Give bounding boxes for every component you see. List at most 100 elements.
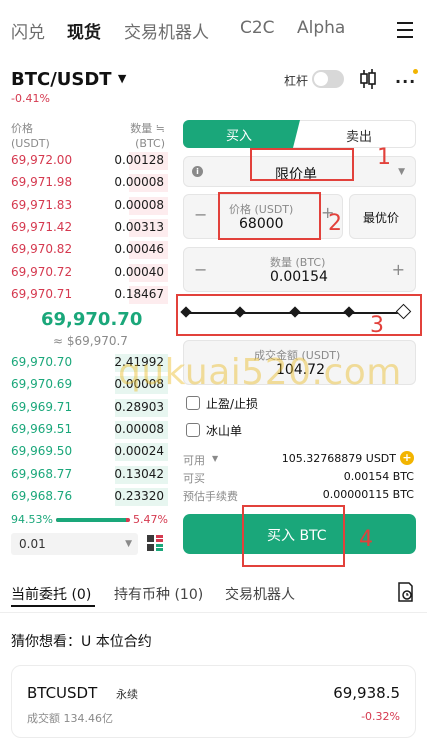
hamburger-menu-icon[interactable] bbox=[397, 22, 413, 38]
bid-price: 69,969.51 bbox=[11, 421, 73, 436]
total-input[interactable]: 成交金额 (USDT) 104.72 bbox=[183, 340, 416, 385]
ask-row[interactable]: 69,972.00 0.00128 bbox=[0, 150, 175, 172]
annotation-box-price bbox=[218, 192, 321, 240]
chevron-down-icon: ▼ bbox=[398, 167, 405, 177]
bid-price: 69,968.77 bbox=[11, 466, 73, 481]
bid-price: 69,969.71 bbox=[11, 399, 73, 414]
best-price-button[interactable]: 最优价 bbox=[349, 194, 416, 239]
bid-row[interactable]: 69,969.71 0.28903 bbox=[0, 397, 175, 419]
ask-qty: 0.18467 bbox=[114, 286, 164, 301]
transfer-add-icon[interactable]: + bbox=[400, 451, 414, 465]
last-price: 69,970.70 bbox=[41, 309, 143, 330]
ask-qty: 0.00128 bbox=[114, 153, 164, 167]
bid-row[interactable]: 69,968.76 0.23320 bbox=[0, 486, 175, 508]
tp-sl-checkbox[interactable] bbox=[186, 396, 200, 410]
ask-qty: 0.00008 bbox=[114, 197, 164, 212]
active-tab-indicator bbox=[11, 605, 95, 607]
contract-volume: 成交额 134.46亿 bbox=[27, 712, 113, 725]
ask-row[interactable]: 69,971.83 0.00008 bbox=[0, 195, 175, 217]
candlestick-chart-icon[interactable] bbox=[358, 68, 378, 90]
buy-sell-toggle: 买入 卖出 bbox=[183, 120, 416, 148]
increase-qty-icon[interactable]: + bbox=[392, 260, 405, 279]
bid-qty: 0.13042 bbox=[114, 466, 164, 481]
tab-open-orders[interactable]: 当前委托 (0) bbox=[11, 584, 91, 604]
iceberg-checkbox[interactable] bbox=[186, 423, 200, 437]
contract-change: -0.32% bbox=[361, 710, 400, 723]
tab-trading-bot[interactable]: 交易机器人 bbox=[124, 18, 209, 43]
pair-change: -0.41% bbox=[11, 92, 50, 105]
ask-row[interactable]: 69,970.72 0.00040 bbox=[0, 262, 175, 284]
bid-row[interactable]: 69,970.69 0.00008 bbox=[0, 374, 175, 396]
can-buy-value: 0.00154 BTC bbox=[343, 470, 414, 483]
ask-row[interactable]: 69,970.82 0.00046 bbox=[0, 239, 175, 261]
ask-qty: 0.00313 bbox=[114, 219, 164, 234]
last-price-usd: ≈ $69,970.7 bbox=[53, 334, 128, 348]
available-value: 105.32768879 USDT bbox=[281, 452, 396, 465]
info-icon[interactable]: i bbox=[192, 166, 203, 177]
tab-sell[interactable]: 卖出 bbox=[346, 126, 372, 145]
leverage-label: 杠杆 bbox=[284, 74, 309, 88]
bid-qty: 0.28903 bbox=[114, 399, 164, 414]
chevron-down-icon: ▼ bbox=[125, 539, 132, 549]
bid-row[interactable]: 69,970.70 2.41992 bbox=[0, 352, 175, 374]
notification-dot bbox=[413, 69, 418, 74]
caret-down-icon: ▼ bbox=[117, 72, 127, 85]
precision-select[interactable]: 0.01 ▼ bbox=[11, 533, 138, 555]
leverage-toggle[interactable] bbox=[312, 70, 344, 88]
tab-alpha[interactable]: Alpha bbox=[297, 18, 345, 38]
qty-value: 0.00154 bbox=[270, 269, 328, 285]
annotation-number-2: 2 bbox=[328, 211, 342, 236]
orderbook-qty-header[interactable]: 数量 ≒ (BTC) bbox=[130, 121, 165, 151]
pair-name: BTC/USDT bbox=[11, 69, 112, 90]
bid-price: 69,969.50 bbox=[11, 444, 73, 459]
divider bbox=[0, 612, 427, 613]
tp-sl-label[interactable]: 止盈/止损 bbox=[206, 395, 258, 412]
ask-row[interactable]: 69,971.42 0.00313 bbox=[0, 217, 175, 239]
ask-price: 69,971.98 bbox=[11, 175, 73, 190]
contract-type: 永续 bbox=[116, 688, 138, 701]
caret-down-icon[interactable]: ▼ bbox=[212, 454, 218, 463]
suggested-contract-card[interactable]: BTCUSDT 永续 69,938.5 成交额 134.46亿 -0.32% bbox=[11, 665, 416, 738]
annotation-box-slider bbox=[176, 294, 422, 336]
bid-qty: 2.41992 bbox=[114, 355, 164, 369]
bid-row[interactable]: 69,968.77 0.13042 bbox=[0, 464, 175, 486]
available-label: 可用 bbox=[183, 454, 205, 467]
bid-qty: 0.00024 bbox=[114, 444, 164, 459]
bid-price: 69,970.70 bbox=[11, 355, 73, 369]
iceberg-label[interactable]: 冰山单 bbox=[206, 422, 242, 439]
can-buy-label: 可买 bbox=[183, 472, 205, 485]
annotation-number-4: 4 bbox=[359, 527, 373, 552]
bid-qty: 0.23320 bbox=[114, 488, 164, 503]
tab-swap[interactable]: 闪兑 bbox=[11, 18, 45, 43]
precision-value: 0.01 bbox=[19, 537, 46, 551]
ask-qty: 0.00008 bbox=[114, 175, 164, 190]
bid-qty: 0.00008 bbox=[114, 377, 164, 392]
ask-row[interactable]: 69,971.98 0.00008 bbox=[0, 172, 175, 194]
decrease-qty-icon[interactable]: − bbox=[194, 260, 207, 279]
ask-price: 69,970.72 bbox=[11, 264, 73, 279]
tab-holdings[interactable]: 持有币种 (10) bbox=[114, 584, 203, 604]
annotation-box-buy-button bbox=[242, 505, 345, 567]
tab-c2c[interactable]: C2C bbox=[240, 18, 275, 38]
buy-ratio: 94.53% bbox=[11, 513, 53, 526]
quantity-input[interactable]: − 数量 (BTC) 0.00154 + bbox=[183, 247, 416, 292]
tab-buy[interactable]: 买入 bbox=[183, 120, 300, 148]
decrease-price-icon[interactable]: − bbox=[194, 205, 207, 224]
tab-spot[interactable]: 现货 bbox=[67, 18, 101, 43]
more-options-icon[interactable]: ··· bbox=[395, 72, 416, 91]
ask-qty: 0.00046 bbox=[114, 242, 164, 257]
bid-row[interactable]: 69,969.51 0.00008 bbox=[0, 419, 175, 441]
bid-qty: 0.00008 bbox=[114, 421, 164, 436]
orderbook-layout-icon[interactable] bbox=[146, 534, 164, 552]
bid-row[interactable]: 69,969.50 0.00024 bbox=[0, 441, 175, 463]
ask-row[interactable]: 69,970.71 0.18467 bbox=[0, 284, 175, 306]
order-history-icon[interactable] bbox=[396, 582, 414, 602]
annotation-box-order-type bbox=[250, 148, 354, 181]
ask-price: 69,971.83 bbox=[11, 197, 73, 212]
sell-ratio: 5.47% bbox=[133, 513, 168, 526]
tab-bots[interactable]: 交易机器人 bbox=[225, 584, 295, 604]
ask-price: 69,970.71 bbox=[11, 286, 73, 301]
bid-price: 69,968.76 bbox=[11, 488, 73, 503]
ask-qty: 0.00040 bbox=[114, 264, 164, 279]
pair-selector[interactable]: BTC/USDT ▼ bbox=[11, 69, 126, 90]
